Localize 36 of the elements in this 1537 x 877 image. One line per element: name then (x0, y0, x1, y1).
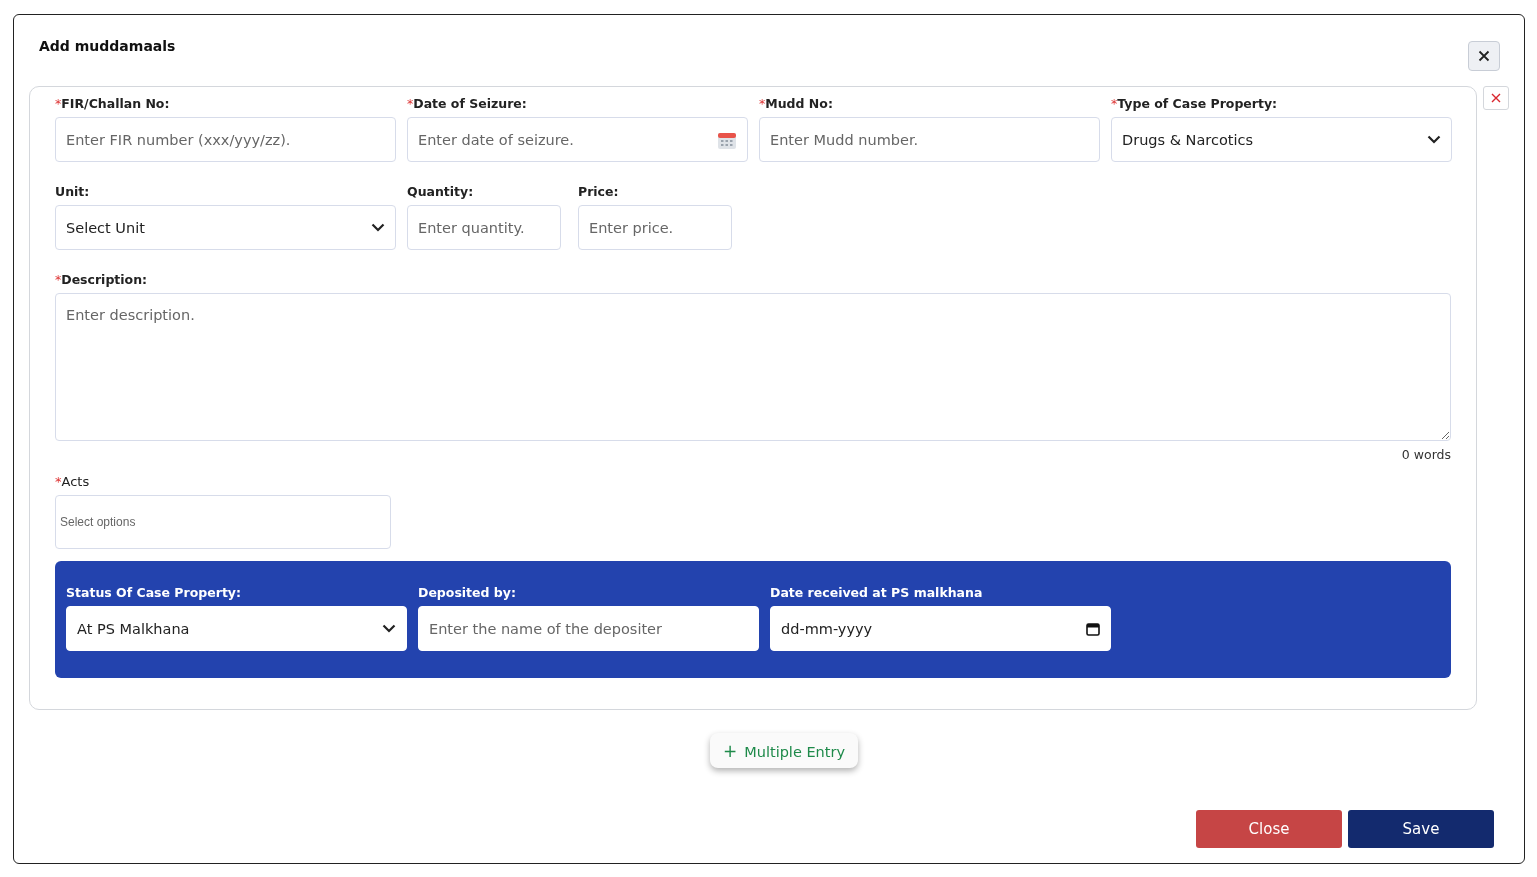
field-label: Unit: (55, 184, 91, 201)
field-label: Date received at PS malkhana (770, 585, 984, 602)
chevron-down-icon (1427, 135, 1441, 144)
description-field[interactable]: Enter description. (55, 293, 1451, 441)
field-label: Status Of Case Property: (66, 585, 242, 602)
word-count: 0 words (1401, 447, 1451, 462)
remove-button[interactable] (1483, 86, 1509, 110)
field-label: *Type of Case Property: (1111, 96, 1279, 113)
text-field[interactable]: Enter quantity. (407, 205, 561, 250)
select-field[interactable]: Drugs & Narcotics (1111, 117, 1452, 162)
close-button[interactable]: Close (1196, 810, 1342, 848)
close-icon (1491, 93, 1501, 103)
chevron-down-icon (382, 624, 396, 633)
multiselect-field[interactable]: Select options (55, 495, 391, 549)
save-button[interactable]: Save (1348, 810, 1494, 848)
field-label: Quantity: (407, 184, 475, 201)
field-label: *Date of Seizure: (407, 96, 528, 113)
field-label: *FIR/Challan No: (55, 96, 171, 113)
field-label: *Acts (55, 474, 91, 491)
chevron-down-icon (371, 223, 385, 232)
field-label: Deposited by: (418, 585, 517, 602)
text-field[interactable]: Enter FIR number (xxx/yyy/zz). (55, 117, 396, 162)
field-label: *Description: (55, 272, 149, 289)
dialog-title: Add muddamaals (39, 37, 176, 54)
date-field[interactable]: dd-mm-yyyy (770, 606, 1111, 651)
date-field[interactable]: Enter date of seizure. (407, 117, 748, 162)
multiple-entry-button[interactable]: + Multiple Entry (709, 733, 858, 768)
select-field[interactable]: Select Unit (55, 205, 396, 250)
text-field[interactable]: Enter Mudd number. (759, 117, 1100, 162)
select-field[interactable]: At PS Malkhana (66, 606, 407, 651)
field-label: *Mudd No: (759, 96, 834, 113)
field-label: Price: (578, 184, 620, 201)
calendar-icon (1086, 621, 1100, 636)
close-icon (1478, 49, 1490, 62)
close-button[interactable] (1468, 40, 1500, 71)
text-field[interactable]: Enter price. (578, 205, 732, 250)
